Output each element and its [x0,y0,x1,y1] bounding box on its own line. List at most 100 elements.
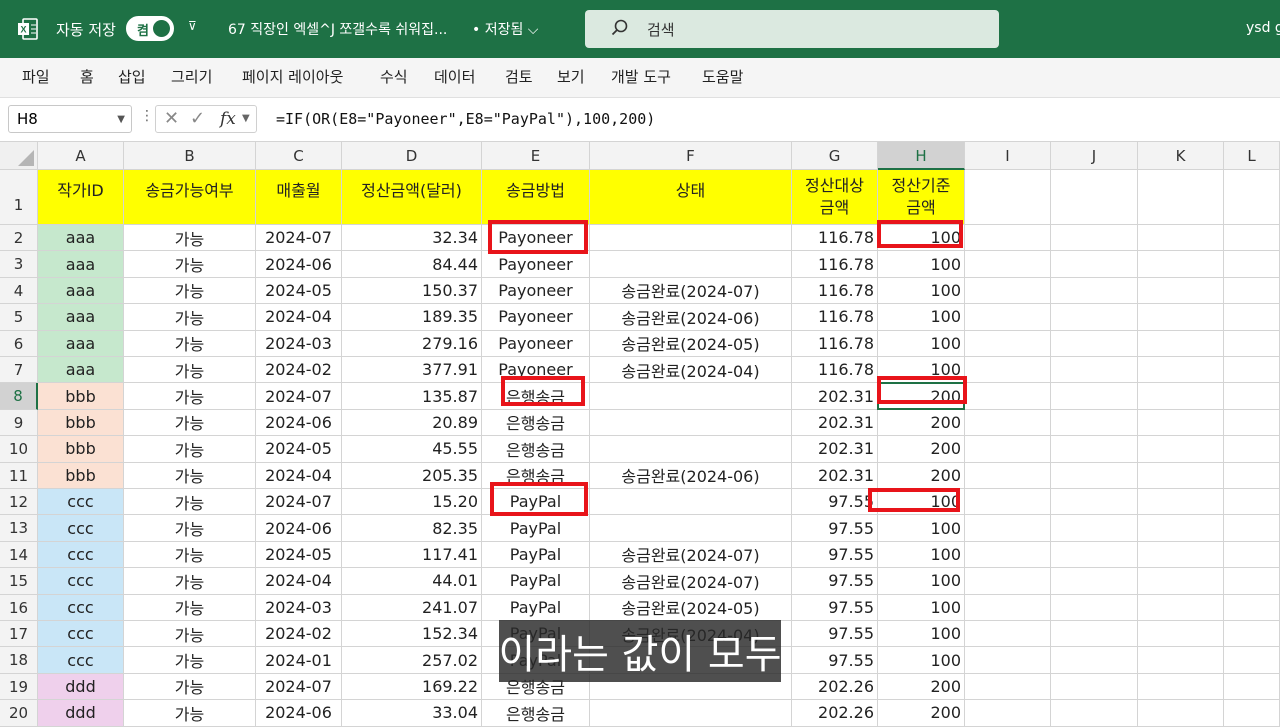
cell-J[interactable] [1051,541,1138,569]
cell-E[interactable]: Payoneer [482,330,590,357]
cell-C[interactable]: 2024-05 [256,277,342,305]
cell-B[interactable]: 가능 [124,409,256,437]
ribbon-tab-4[interactable]: 그리기 [171,66,212,87]
cell-L[interactable] [1224,647,1280,674]
cell-G[interactable]: 97.55 [792,541,878,569]
cell-E[interactable]: 송금방법 [482,170,590,225]
cell-F[interactable] [590,383,792,410]
cell-D[interactable]: 15.20 [342,489,482,516]
cell-D[interactable]: 205.35 [342,462,482,489]
ribbon-tab-9[interactable]: 보기 [557,66,585,87]
chevron-down-icon[interactable]: ▼ [242,113,250,124]
cell-D[interactable]: 33.04 [342,700,482,727]
cell-C[interactable]: 2024-06 [256,515,342,542]
cell-C[interactable]: 2024-04 [256,304,342,331]
cell-I[interactable] [965,621,1051,648]
cell-B[interactable]: 가능 [124,700,256,727]
row-header-9[interactable]: 9 [0,409,38,437]
ribbon-tab-3[interactable]: 삽입 [118,66,146,87]
cell-F[interactable] [590,489,792,516]
cell-E[interactable]: Payoneer [482,277,590,305]
cell-J[interactable] [1051,277,1138,305]
cell-I[interactable] [965,647,1051,674]
cell-K[interactable] [1138,541,1224,569]
cell-K[interactable] [1138,251,1224,278]
save-state[interactable]: • 저장됨 ⌵ [472,19,538,39]
more-options-icon[interactable]: ⋮ [140,108,154,124]
cell-K[interactable] [1138,304,1224,331]
cell-G[interactable]: 116.78 [792,251,878,278]
cell-I[interactable] [965,409,1051,437]
cell-J[interactable] [1051,170,1138,225]
cell-J[interactable] [1051,409,1138,437]
cell-K[interactable] [1138,489,1224,516]
cell-A[interactable]: aaa [38,251,124,278]
cell-F[interactable]: 송금완료(2024-07) [590,541,792,569]
cell-F[interactable]: 송금완료(2024-07) [590,277,792,305]
name-box[interactable]: H8 ▼ [8,105,132,133]
cell-F[interactable] [590,700,792,727]
cell-D[interactable]: 169.22 [342,673,482,701]
cell-G[interactable]: 정산대상 금액 [792,170,878,225]
user-name[interactable]: ysd g [1246,20,1280,36]
cell-G[interactable]: 116.78 [792,277,878,305]
cell-A[interactable]: ddd [38,673,124,701]
cell-C[interactable]: 2024-06 [256,700,342,727]
cell-G[interactable]: 97.55 [792,621,878,648]
row-header-17[interactable]: 17 [0,621,38,648]
cell-D[interactable]: 279.16 [342,330,482,357]
cell-H[interactable]: 정산기준 금액 [878,170,965,225]
cell-G[interactable]: 97.55 [792,515,878,542]
cell-L[interactable] [1224,330,1280,357]
cell-I[interactable] [965,541,1051,569]
cell-I[interactable] [965,277,1051,305]
cell-J[interactable] [1051,304,1138,331]
cell-J[interactable] [1051,225,1138,252]
cell-H[interactable]: 200 [878,462,965,489]
cell-K[interactable] [1138,700,1224,727]
cell-J[interactable] [1051,568,1138,595]
cell-A[interactable]: bbb [38,462,124,489]
cell-I[interactable] [965,568,1051,595]
cell-L[interactable] [1224,489,1280,516]
cell-F[interactable]: 송금완료(2024-05) [590,594,792,621]
row-header-15[interactable]: 15 [0,568,38,595]
cell-D[interactable]: 189.35 [342,304,482,331]
cell-D[interactable]: 152.34 [342,621,482,648]
cell-K[interactable] [1138,621,1224,648]
cell-C[interactable]: 2024-07 [256,225,342,252]
cell-I[interactable] [965,330,1051,357]
cell-B[interactable]: 가능 [124,647,256,674]
cell-A[interactable]: ccc [38,489,124,516]
cell-D[interactable]: 117.41 [342,541,482,569]
cell-C[interactable]: 2024-03 [256,330,342,357]
row-header-1[interactable]: 1 [0,170,38,225]
cell-H[interactable]: 200 [878,409,965,437]
cell-C[interactable]: 2024-02 [256,621,342,648]
row-header-11[interactable]: 11 [0,462,38,489]
cell-I[interactable] [965,170,1051,225]
quick-access-dropdown-icon[interactable]: ⊽ [188,19,197,33]
cell-B[interactable]: 가능 [124,304,256,331]
cell-J[interactable] [1051,700,1138,727]
row-header-10[interactable]: 10 [0,436,38,463]
cell-L[interactable] [1224,541,1280,569]
cell-K[interactable] [1138,225,1224,252]
cell-D[interactable]: 241.07 [342,594,482,621]
cell-I[interactable] [965,515,1051,542]
row-header-12[interactable]: 12 [0,489,38,516]
column-header-D[interactable]: D [342,142,482,170]
cell-J[interactable] [1051,647,1138,674]
column-header-A[interactable]: A [38,142,124,170]
cell-A[interactable]: bbb [38,436,124,463]
cell-F[interactable] [590,251,792,278]
cell-B[interactable]: 가능 [124,568,256,595]
cell-F[interactable] [590,225,792,252]
cell-H[interactable]: 100 [878,594,965,621]
formula-input[interactable]: =IF(OR(E8="Payoneer",E8="PayPal"),100,20… [276,110,655,128]
cell-G[interactable]: 116.78 [792,225,878,252]
cell-G[interactable]: 202.26 [792,673,878,701]
cell-G[interactable]: 97.55 [792,647,878,674]
column-header-H[interactable]: H [878,142,965,170]
cell-C[interactable]: 2024-05 [256,436,342,463]
